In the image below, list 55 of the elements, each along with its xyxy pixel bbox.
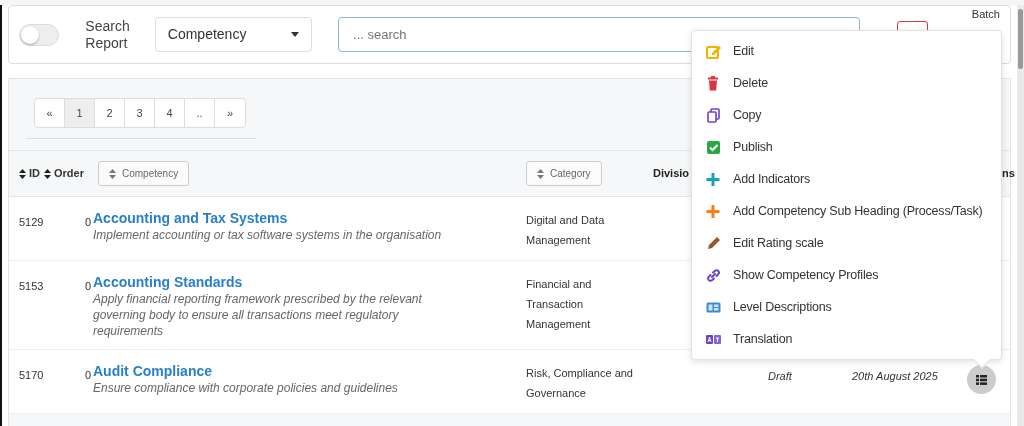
sort-icon (537, 168, 544, 179)
menu-item[interactable]: Copy (692, 99, 1001, 131)
column-header: ns (1002, 166, 1015, 182)
menu-item[interactable]: Show Competency Profiles (692, 259, 1001, 291)
table-cell-text: 5170 (19, 368, 45, 383)
competency-description: Ensure compliance with corporate policies and guidelines (93, 380, 399, 396)
column-header[interactable]: Order (44, 165, 84, 182)
competency-link[interactable]: Audit Compliance (93, 363, 526, 380)
page-link[interactable]: .. (185, 99, 215, 127)
menu-item[interactable]: Add Competency Sub Heading (Process/Task) (692, 195, 1001, 227)
table-cell-text: Financial and Transaction Management (526, 277, 593, 332)
toggle-label: Search Report (85, 17, 131, 52)
page-link[interactable]: » (215, 99, 245, 127)
page-link[interactable]: 4 (155, 99, 185, 127)
menu-item[interactable]: Translation (692, 323, 1001, 355)
menu-item[interactable]: Level Descriptions (692, 291, 1001, 323)
list-icon (976, 374, 987, 385)
table-cell-text: 5153 (19, 279, 45, 294)
filter-select[interactable]: Competency (154, 17, 313, 52)
caret-icon (291, 32, 300, 37)
copy-icon (706, 107, 721, 123)
table-cell-text: Risk, Compliance and Governance (526, 366, 634, 401)
sort-icon (109, 168, 116, 179)
page-link[interactable]: 2 (95, 99, 125, 127)
menu-item[interactable]: Add Indicators (692, 163, 1001, 195)
competency-description: Apply financial reporting framework prescribed by the relevant governing body to ensure all transactions meet regulatory requirements (93, 291, 423, 339)
pencil-icon (706, 235, 721, 251)
column-header[interactable]: ID (19, 165, 40, 182)
page-link[interactable]: 1 (65, 99, 95, 127)
link-icon (706, 267, 721, 283)
table-cell-text: 0 (83, 215, 92, 230)
sort-icon (44, 168, 51, 179)
edit-icon (706, 43, 721, 59)
status-text: Draft (768, 369, 792, 382)
actions-button[interactable] (967, 365, 996, 394)
table-cell-text: 0 (83, 279, 92, 294)
menu-item[interactable]: Delete (692, 67, 1001, 99)
page-link[interactable]: 3 (125, 99, 155, 127)
table-cell-text: 5129 (19, 215, 45, 230)
column-sort-button[interactable]: Category (526, 161, 602, 186)
table-cell-text: Digital and Data Management (526, 213, 606, 248)
column-header: Divisio (653, 166, 690, 182)
menu-item[interactable]: Edit Rating scale (692, 227, 1001, 259)
batch-label: Batch (971, 7, 1000, 23)
toggle-switch[interactable] (19, 23, 60, 46)
table-cell-text: 0 (83, 368, 92, 383)
delete-icon (706, 75, 721, 91)
competency-link[interactable]: Accounting Standards (93, 274, 526, 291)
checkbox-icon (706, 139, 721, 155)
sort-icon (19, 168, 26, 179)
date-text: 20th August 2025 (852, 369, 938, 382)
competency-link[interactable]: Accounting and Tax Systems (93, 210, 526, 227)
competency-description: Implement accounting or tax software systems in the organisation (93, 227, 443, 243)
column-sort-button[interactable]: Competency (98, 161, 190, 186)
menu-item[interactable]: Publish (692, 131, 1001, 163)
